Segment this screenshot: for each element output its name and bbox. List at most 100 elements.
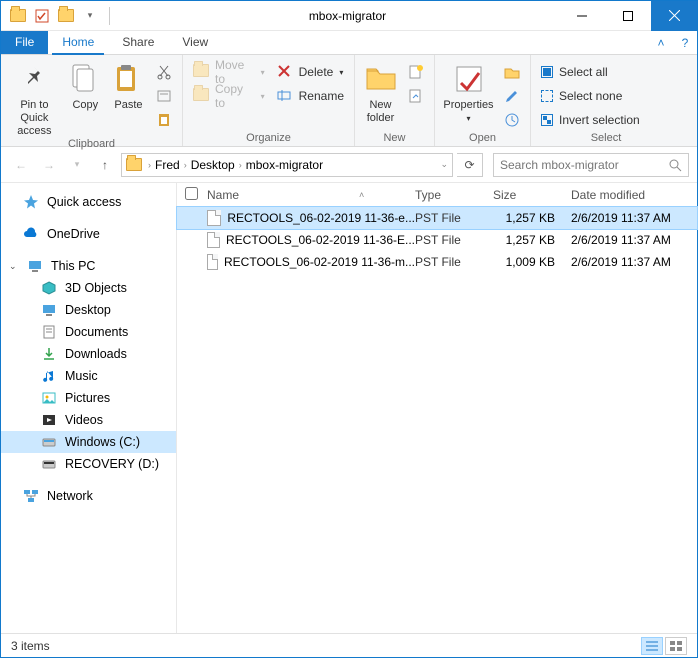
file-icon (207, 254, 218, 270)
edit-icon[interactable] (500, 85, 524, 107)
file-icon (207, 210, 221, 226)
group-label: Select (531, 132, 681, 146)
collapse-ribbon-icon[interactable]: ˄ (649, 31, 673, 54)
invert-selection-button[interactable]: Invert selection (537, 109, 644, 131)
ribbon: Pin to Quick access Copy Paste Clipboard… (1, 55, 697, 147)
open-icon[interactable] (500, 61, 524, 83)
group-label: Clipboard (1, 138, 182, 152)
history-icon[interactable] (500, 109, 524, 131)
tab-share[interactable]: Share (108, 31, 168, 54)
chevron-down-icon[interactable]: ⌄ (9, 261, 19, 272)
column-headers: Name˄ Type Size Date modified (177, 183, 697, 207)
sort-icon: ˄ (359, 190, 364, 200)
delete-button[interactable]: Delete▾ (273, 61, 348, 83)
easy-access-icon[interactable] (404, 85, 428, 107)
moveto-icon (193, 64, 209, 80)
table-row[interactable]: RECTOOLS_06-02-2019 11-36-m... PST File … (177, 251, 697, 273)
properties-button[interactable]: Properties ▾ (441, 59, 496, 125)
search-input[interactable]: Search mbox-migrator (493, 153, 689, 177)
star-icon (23, 194, 39, 210)
nav-item[interactable]: 3D Objects (1, 277, 176, 299)
back-button[interactable]: ← (9, 153, 33, 177)
maximize-button[interactable] (605, 1, 651, 31)
col-name[interactable]: Name˄ (207, 188, 415, 202)
nav-item[interactable]: Documents (1, 321, 176, 343)
select-all-button[interactable]: Select all (537, 61, 644, 83)
help-icon[interactable]: ? (673, 31, 697, 54)
moveto-button[interactable]: Move to▾ (189, 61, 269, 83)
group-label: New (355, 132, 434, 146)
refresh-button[interactable]: ⟳ (457, 153, 483, 177)
folder-icon (365, 63, 397, 95)
nav-item[interactable]: RECOVERY (D:) (1, 453, 176, 475)
new-item-icon[interactable] (404, 61, 428, 83)
tab-file[interactable]: File (1, 31, 48, 54)
address-bar: ← → ▾ ↑ › Fred› Desktop› mbox-migrator ⌄… (1, 147, 697, 183)
cloud-icon (23, 226, 39, 242)
qat-properties-icon[interactable] (31, 5, 53, 27)
ribbon-tabs: File Home Share View ˄ ? (1, 31, 697, 55)
copyto-button[interactable]: Copy to▾ (189, 85, 269, 107)
file-icon (207, 232, 220, 248)
col-type[interactable]: Type (415, 188, 493, 202)
close-button[interactable] (651, 1, 697, 31)
tab-view[interactable]: View (168, 31, 222, 54)
up-button[interactable]: ↑ (93, 153, 117, 177)
table-row[interactable]: RECTOOLS_06-02-2019 11-36-e... PST File … (177, 207, 697, 229)
paste-button[interactable]: Paste (109, 59, 148, 112)
crumb[interactable]: Fred (153, 158, 182, 172)
newfolder-button[interactable]: New folder (361, 59, 400, 125)
tab-home[interactable]: Home (48, 31, 108, 54)
copy-path-icon[interactable] (152, 85, 176, 107)
nav-item[interactable]: Pictures (1, 387, 176, 409)
file-list: Name˄ Type Size Date modified RECTOOLS_0… (177, 183, 697, 633)
properties-icon (453, 63, 485, 95)
nav-item[interactable]: Downloads (1, 343, 176, 365)
paste-shortcut-icon[interactable] (152, 109, 176, 131)
nav-item[interactable]: Music (1, 365, 176, 387)
copy-button[interactable]: Copy (66, 59, 105, 112)
invert-icon (541, 114, 553, 126)
nav-this-pc[interactable]: ⌄This PC (1, 255, 176, 277)
cut-icon[interactable] (152, 61, 176, 83)
nav-onedrive[interactable]: OneDrive (1, 223, 176, 245)
select-none-icon (541, 90, 553, 102)
thumbnails-view-button[interactable] (665, 637, 687, 655)
breadcrumb[interactable]: › Fred› Desktop› mbox-migrator ⌄ (121, 153, 453, 177)
nav-item[interactable]: Windows (C:) (1, 431, 176, 453)
rename-button[interactable]: Rename (273, 85, 348, 107)
item-count: 3 items (11, 639, 50, 653)
quick-access-toolbar: ▾ (1, 5, 116, 27)
nav-item[interactable]: Desktop (1, 299, 176, 321)
nav-network[interactable]: Network (1, 485, 176, 507)
nav-item[interactable]: Videos (1, 409, 176, 431)
col-size[interactable]: Size (493, 188, 571, 202)
select-all-checkbox[interactable] (185, 187, 198, 200)
crumb[interactable]: mbox-migrator (244, 158, 325, 172)
pin-button[interactable]: Pin to Quick access (7, 59, 62, 138)
separator (109, 7, 110, 25)
col-date[interactable]: Date modified (571, 188, 697, 202)
copy-icon (69, 63, 101, 95)
select-all-icon (541, 66, 553, 78)
search-placeholder: Search mbox-migrator (500, 158, 668, 172)
qat-dropdown-icon[interactable]: ▾ (79, 5, 101, 27)
group-label: Open (435, 132, 530, 146)
group-label: Organize (183, 132, 354, 146)
titlebar: ▾ mbox-migrator (1, 1, 697, 31)
dropdown-icon[interactable]: ⌄ (440, 159, 448, 170)
app-icon (7, 5, 29, 27)
recent-button[interactable]: ▾ (65, 153, 89, 177)
nav-quick-access[interactable]: Quick access (1, 191, 176, 213)
paste-icon (112, 63, 144, 95)
forward-button[interactable]: → (37, 153, 61, 177)
details-view-button[interactable] (641, 637, 663, 655)
pin-icon (18, 63, 50, 95)
crumb[interactable]: Desktop (189, 158, 237, 172)
minimize-button[interactable] (559, 1, 605, 31)
clipboard-extra (152, 59, 176, 131)
qat-newfolder-icon[interactable] (55, 5, 77, 27)
location-icon (126, 158, 142, 171)
table-row[interactable]: RECTOOLS_06-02-2019 11-36-E... PST File … (177, 229, 697, 251)
select-none-button[interactable]: Select none (537, 85, 644, 107)
